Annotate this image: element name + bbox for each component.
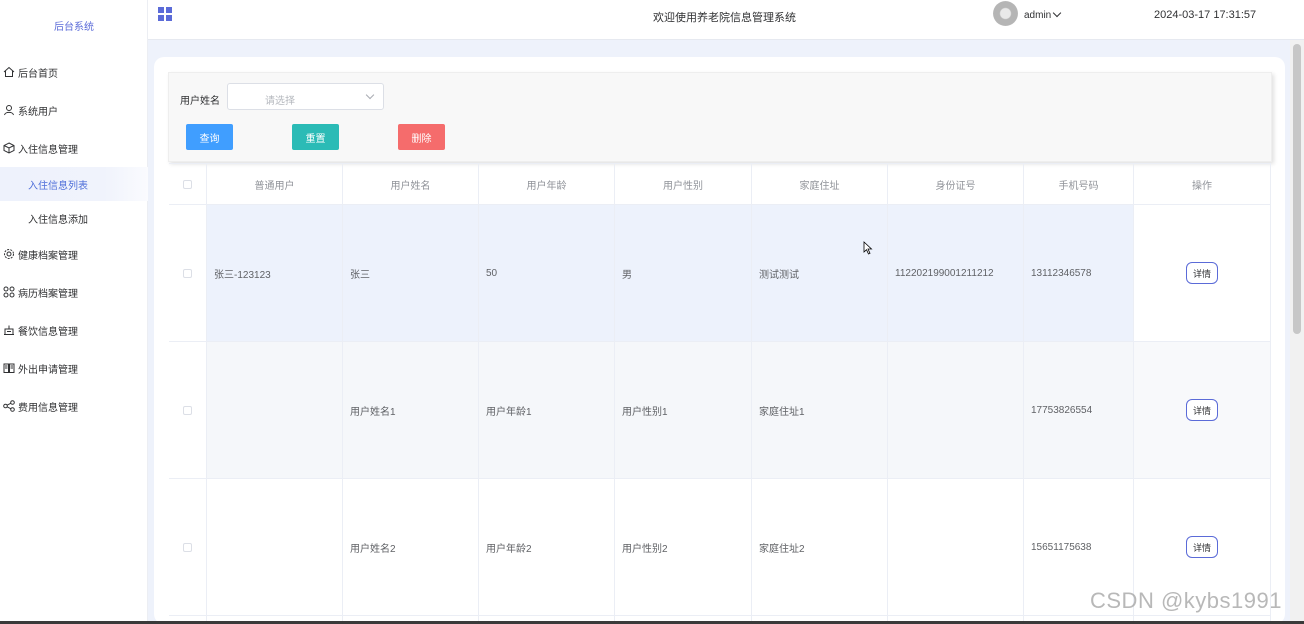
cell-id-card: 112202199001211212 <box>888 205 1024 341</box>
cell-phone: 13112346578 <box>1024 205 1134 341</box>
user-name-select[interactable]: 请选择 <box>227 83 384 110</box>
cell-name: 张三 <box>343 205 479 341</box>
sidebar-item-outing[interactable]: 外出申请管理 <box>0 349 148 387</box>
query-button[interactable]: 查询 <box>186 124 233 150</box>
cell-normal-user: 张三-123123 <box>207 205 343 341</box>
row-checkbox-cell <box>169 205 207 341</box>
sidebar-subitem-label: 入住信息添加 <box>28 214 88 226</box>
column-header[interactable]: 用户性别 <box>615 164 752 204</box>
content-card: 用户姓名 请选择 查询 重置 删除 普通用户 用户姓名 用户年龄 用户性别 家庭… <box>154 57 1285 624</box>
menu-toggle-icon[interactable] <box>158 7 172 21</box>
sidebar-item-health-records[interactable]: 健康档案管理 <box>0 235 148 273</box>
sidebar-item-label: 病历档案管理 <box>18 288 78 300</box>
sidebar-item-fees[interactable]: 费用信息管理 <box>0 387 148 425</box>
data-table: 普通用户 用户姓名 用户年龄 用户性别 家庭住址 身份证号 手机号码 操作 张三… <box>169 163 1271 624</box>
dining-icon <box>3 324 15 336</box>
sidebar: 后台系统 后台首页 系统用户 入住信息管理 入住信息列表 入住信息添加 健康档案… <box>0 0 148 624</box>
user-icon <box>3 104 15 116</box>
column-header[interactable]: 用户姓名 <box>343 164 479 204</box>
column-header: 操作 <box>1134 164 1271 204</box>
cell-address: 家庭住址2 <box>752 479 888 615</box>
cell-phone: 17753826554 <box>1024 342 1134 478</box>
sidebar-item-label: 费用信息管理 <box>18 402 78 414</box>
sidebar-subitem-checkin-add[interactable]: 入住信息添加 <box>0 201 148 235</box>
gear-icon <box>3 248 15 260</box>
select-placeholder: 请选择 <box>265 96 295 107</box>
detail-button[interactable]: 详情 <box>1186 536 1218 558</box>
row-checkbox[interactable] <box>183 405 192 415</box>
sidebar-item-label: 系统用户 <box>18 106 58 118</box>
select-all-checkbox[interactable] <box>183 179 192 189</box>
row-checkbox[interactable] <box>183 268 192 278</box>
detail-button[interactable]: 详情 <box>1186 262 1218 284</box>
cell-normal-user <box>207 479 343 615</box>
table-row[interactable]: 张三-123123 张三 50 男 测试测试 11220219900121121… <box>169 205 1271 342</box>
cell-id-card <box>888 479 1024 615</box>
cell-normal-user <box>207 342 343 478</box>
book-icon <box>3 362 15 374</box>
cell-gender: 用户性别1 <box>615 342 752 478</box>
cell-name: 用户姓名1 <box>343 342 479 478</box>
sidebar-item-home[interactable]: 后台首页 <box>0 53 148 91</box>
column-header[interactable]: 用户年龄 <box>479 164 615 204</box>
column-header[interactable]: 身份证号 <box>888 164 1024 204</box>
sidebar-item-medical-records[interactable]: 病历档案管理 <box>0 273 148 311</box>
sidebar-subitem-checkin-list[interactable]: 入住信息列表 <box>0 167 148 201</box>
row-checkbox-cell <box>169 342 207 478</box>
cell-name: 用户姓名2 <box>343 479 479 615</box>
sidebar-item-label: 外出申请管理 <box>18 364 78 376</box>
scrollbar-thumb[interactable] <box>1293 44 1301 334</box>
sidebar-item-label: 餐饮信息管理 <box>18 326 78 338</box>
cell-actions: 详情 <box>1134 342 1271 478</box>
avatar[interactable] <box>993 1 1018 26</box>
sidebar-item-checkin-management[interactable]: 入住信息管理 <box>0 129 148 167</box>
cell-gender: 用户性别2 <box>615 479 752 615</box>
delete-button[interactable]: 删除 <box>398 124 445 150</box>
reset-button[interactable]: 重置 <box>292 124 339 150</box>
sidebar-item-dining[interactable]: 餐饮信息管理 <box>0 311 148 349</box>
cell-age: 50 <box>479 205 615 341</box>
table-header-row: 普通用户 用户姓名 用户年龄 用户性别 家庭住址 身份证号 手机号码 操作 <box>169 164 1271 205</box>
cell-age: 用户年龄1 <box>479 342 615 478</box>
box-icon <box>3 142 15 154</box>
chevron-down-icon <box>1053 8 1062 18</box>
sidebar-item-label: 健康档案管理 <box>18 250 78 262</box>
row-checkbox[interactable] <box>183 542 192 552</box>
mouse-cursor-icon <box>863 241 873 255</box>
top-header: 欢迎使用养老院信息管理系统 admin 2024-03-17 17:31:57 <box>148 0 1304 40</box>
cell-id-card <box>888 342 1024 478</box>
username: admin <box>1024 10 1052 21</box>
sidebar-item-label: 后台首页 <box>18 68 58 80</box>
search-panel: 用户姓名 请选择 查询 重置 删除 <box>168 72 1272 162</box>
column-header[interactable]: 家庭住址 <box>752 164 888 204</box>
cell-actions: 详情 <box>1134 205 1271 341</box>
sidebar-item-label: 入住信息管理 <box>18 144 78 156</box>
sidebar-menu: 后台首页 系统用户 入住信息管理 入住信息列表 入住信息添加 健康档案管理 病历… <box>0 53 148 425</box>
main-content: 用户姓名 请选择 查询 重置 删除 普通用户 用户姓名 用户年龄 用户性别 家庭… <box>148 40 1290 624</box>
cell-gender: 男 <box>615 205 752 341</box>
row-checkbox-cell <box>169 479 207 615</box>
table-row[interactable]: 用户姓名1 用户年龄1 用户性别1 家庭住址1 17753826554 详情 <box>169 342 1271 479</box>
user-dropdown[interactable]: admin <box>1024 8 1062 21</box>
sidebar-subitem-label: 入住信息列表 <box>28 180 88 192</box>
vertical-scrollbar[interactable] <box>1290 40 1304 624</box>
header-checkbox-cell <box>169 164 207 204</box>
column-header[interactable]: 普通用户 <box>207 164 343 204</box>
page-title: 欢迎使用养老院信息管理系统 <box>653 12 796 24</box>
sidebar-item-system-users[interactable]: 系统用户 <box>0 91 148 129</box>
home-icon <box>3 66 15 78</box>
cell-address: 测试测试 <box>752 205 888 341</box>
search-label: 用户姓名 <box>180 96 220 107</box>
cell-age: 用户年龄2 <box>479 479 615 615</box>
grid-icon <box>3 286 15 298</box>
app-window: 后台系统 后台首页 系统用户 入住信息管理 入住信息列表 入住信息添加 健康档案… <box>0 0 1304 624</box>
brand-title: 后台系统 <box>54 22 94 33</box>
share-icon <box>3 400 15 412</box>
detail-button[interactable]: 详情 <box>1186 399 1218 421</box>
watermark: CSDN @kybs1991 <box>1090 588 1282 613</box>
cell-address: 家庭住址1 <box>752 342 888 478</box>
chevron-down-icon <box>365 90 375 100</box>
column-header[interactable]: 手机号码 <box>1024 164 1134 204</box>
datetime-display: 2024-03-17 17:31:57 <box>1154 9 1257 21</box>
